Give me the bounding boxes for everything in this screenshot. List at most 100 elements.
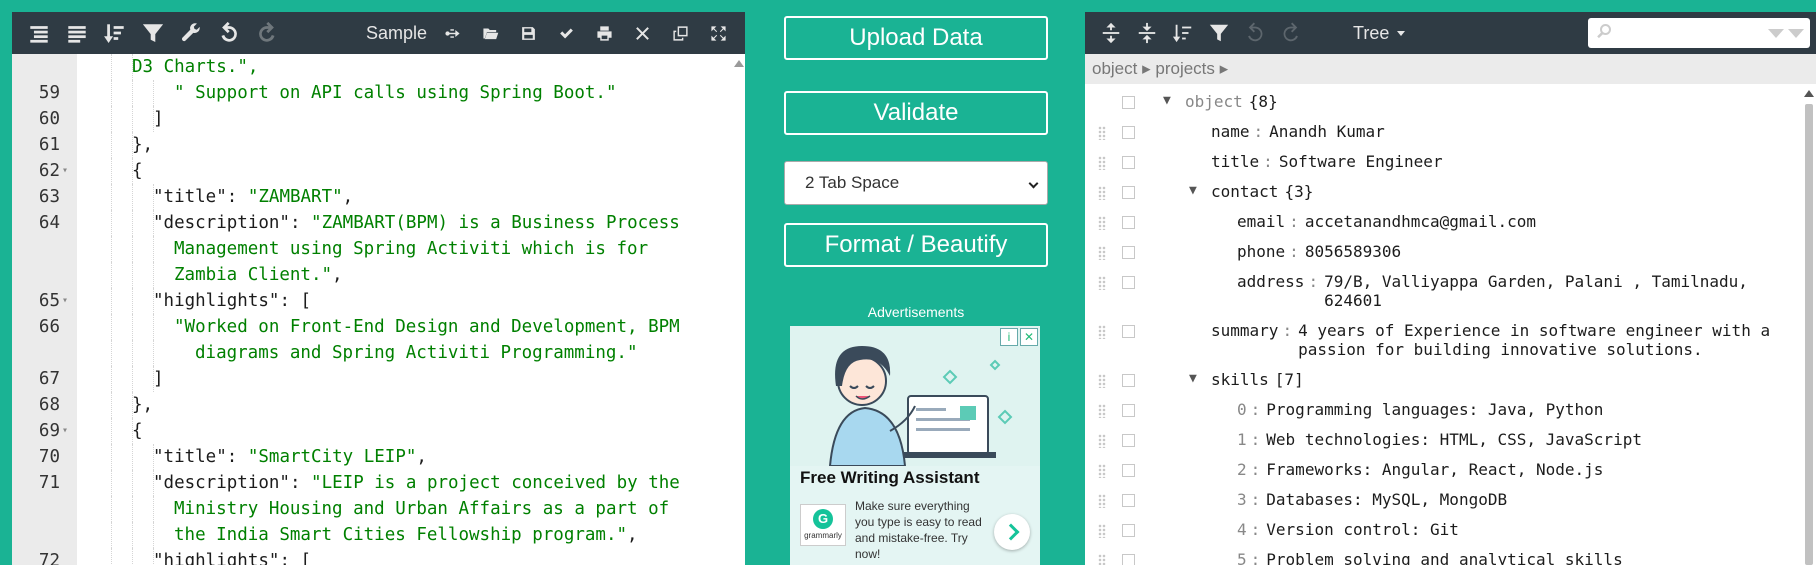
node-key[interactable]: skills: [1211, 370, 1269, 389]
format-beautify-button[interactable]: Format / Beautify: [784, 223, 1048, 267]
search-next-icon[interactable]: [1768, 29, 1784, 38]
ad-choices[interactable]: i ✕: [1000, 328, 1038, 346]
node-value[interactable]: 8056589306: [1305, 242, 1401, 261]
fullscreen-icon[interactable]: [699, 12, 737, 54]
drag-handle-icon[interactable]: [1098, 156, 1106, 170]
node-key[interactable]: 0: [1237, 400, 1247, 419]
tree-scrollbar[interactable]: [1802, 84, 1816, 565]
drag-handle-icon[interactable]: [1098, 434, 1106, 448]
node-value[interactable]: accetanandhmca@gmail.com: [1305, 212, 1536, 231]
sort-icon[interactable]: [96, 12, 134, 54]
breadcrumb-item[interactable]: object: [1092, 59, 1137, 78]
upload-data-button[interactable]: Upload Data: [784, 16, 1048, 60]
node-value[interactable]: Problem solving and analytical skills: [1266, 550, 1622, 565]
context-menu-button[interactable]: [1122, 246, 1135, 259]
node-key[interactable]: summary: [1211, 321, 1278, 340]
tree-node[interactable]: 5: Problem solving and analytical skills: [1085, 546, 1802, 565]
node-value-continued[interactable]: 624601: [1324, 291, 1382, 310]
context-menu-button[interactable]: [1122, 216, 1135, 229]
node-key[interactable]: title: [1211, 152, 1259, 171]
drag-handle-icon[interactable]: [1098, 325, 1106, 339]
context-menu-button[interactable]: [1122, 96, 1135, 109]
expand-toggle-icon[interactable]: ▼: [1163, 93, 1171, 108]
node-value[interactable]: Software Engineer: [1279, 152, 1443, 171]
node-value[interactable]: 79/B, Valliyappa Garden, Palani , Tamiln…: [1324, 272, 1748, 291]
fold-toggle-icon[interactable]: ▾: [62, 288, 68, 314]
compact-icon[interactable]: [58, 12, 96, 54]
drag-handle-icon[interactable]: [1098, 186, 1106, 200]
tree-node[interactable]: 4: Version control: Git: [1085, 516, 1802, 546]
sample-button[interactable]: Sample: [366, 23, 427, 44]
node-value[interactable]: Programming languages: Java, Python: [1266, 400, 1603, 419]
scroll-up-icon[interactable]: [734, 60, 744, 67]
drag-handle-icon[interactable]: [1098, 524, 1106, 538]
code-editor[interactable]: D3 Charts.", 59 " Support on API calls usi…: [12, 54, 745, 565]
context-menu-button[interactable]: [1122, 325, 1135, 338]
copy-icon[interactable]: [661, 12, 699, 54]
node-value-continued[interactable]: passion for building innovative solution…: [1298, 340, 1703, 359]
drag-handle-icon[interactable]: [1098, 276, 1106, 290]
node-key[interactable]: 4: [1237, 520, 1247, 539]
filter-icon[interactable]: [134, 12, 172, 54]
context-menu-button[interactable]: [1122, 374, 1135, 387]
tree-node[interactable]: 1: Web technologies: HTML, CSS, JavaScrip…: [1085, 426, 1802, 456]
tree-search-input[interactable]: [1588, 18, 1810, 48]
drag-handle-icon[interactable]: [1098, 246, 1106, 260]
expand-all-icon[interactable]: [1093, 12, 1129, 54]
editor-scrollbar[interactable]: [731, 54, 745, 565]
node-key[interactable]: address: [1237, 272, 1304, 291]
context-menu-button[interactable]: [1122, 554, 1135, 565]
context-menu-button[interactable]: [1122, 524, 1135, 537]
tree-node[interactable]: ▼ skills [7]: [1085, 366, 1802, 396]
expand-toggle-icon[interactable]: ▼: [1189, 371, 1197, 386]
context-menu-button[interactable]: [1122, 156, 1135, 169]
node-key[interactable]: 3: [1237, 490, 1247, 509]
node-key[interactable]: 1: [1237, 430, 1247, 449]
redo-icon[interactable]: [248, 12, 286, 54]
tree-node[interactable]: ▼ object {8}: [1085, 88, 1802, 118]
undo-icon[interactable]: [210, 12, 248, 54]
drag-handle-icon[interactable]: [1098, 464, 1106, 478]
context-menu-button[interactable]: [1122, 464, 1135, 477]
tree-node[interactable]: name: Anandh Kumar: [1085, 118, 1802, 148]
drag-handle-icon[interactable]: [1098, 126, 1106, 140]
tree-node[interactable]: summary:4 years of Experience in softwar…: [1085, 317, 1802, 359]
tree-node[interactable]: 2: Frameworks: Angular, React, Node.js: [1085, 456, 1802, 486]
context-menu-button[interactable]: [1122, 434, 1135, 447]
tree-node[interactable]: 3: Databases: MySQL, MongoDB: [1085, 486, 1802, 516]
breadcrumb-item[interactable]: projects: [1155, 59, 1215, 78]
node-key[interactable]: object: [1185, 92, 1243, 111]
drag-handle-icon[interactable]: [1098, 554, 1106, 565]
print-icon[interactable]: [585, 12, 623, 54]
tree-node[interactable]: title: Software Engineer: [1085, 148, 1802, 178]
ad-go-arrow-icon[interactable]: [994, 514, 1030, 550]
tree-node[interactable]: phone:8056589306: [1085, 238, 1802, 268]
tree-node[interactable]: ▼ contact {3}: [1085, 178, 1802, 208]
node-key[interactable]: 2: [1237, 460, 1247, 479]
close-icon[interactable]: ✕: [1020, 328, 1038, 346]
node-key[interactable]: contact: [1211, 182, 1278, 201]
scroll-up-icon[interactable]: [1804, 90, 1814, 97]
collapse-all-icon[interactable]: [1129, 12, 1165, 54]
node-value[interactable]: Frameworks: Angular, React, Node.js: [1266, 460, 1603, 479]
repair-icon[interactable]: [172, 12, 210, 54]
info-icon[interactable]: i: [1000, 328, 1018, 346]
context-menu-button[interactable]: [1122, 494, 1135, 507]
validate-check-icon[interactable]: [547, 12, 585, 54]
node-value[interactable]: 4 years of Experience in software engine…: [1298, 321, 1770, 340]
search-previous-icon[interactable]: [1788, 29, 1804, 38]
node-key[interactable]: 5: [1237, 550, 1247, 565]
node-value[interactable]: Version control: Git: [1266, 520, 1459, 539]
drag-handle-icon[interactable]: [1098, 374, 1106, 388]
indent-select[interactable]: 2 Tab Space: [784, 161, 1048, 205]
tree-node[interactable]: address:79/B, Valliyappa Garden, Palani …: [1085, 268, 1802, 310]
context-menu-button[interactable]: [1122, 404, 1135, 417]
fold-toggle-icon[interactable]: ▾: [62, 418, 68, 444]
drag-handle-icon[interactable]: [1098, 404, 1106, 418]
context-menu-button[interactable]: [1122, 186, 1135, 199]
node-key[interactable]: email: [1237, 212, 1285, 231]
drag-handle-icon[interactable]: [1098, 216, 1106, 230]
tree-node[interactable]: email: accetanandhmca@gmail.com: [1085, 208, 1802, 238]
tree-node[interactable]: 0: Programming languages: Java, Python: [1085, 396, 1802, 426]
fold-toggle-icon[interactable]: ▾: [62, 158, 68, 184]
